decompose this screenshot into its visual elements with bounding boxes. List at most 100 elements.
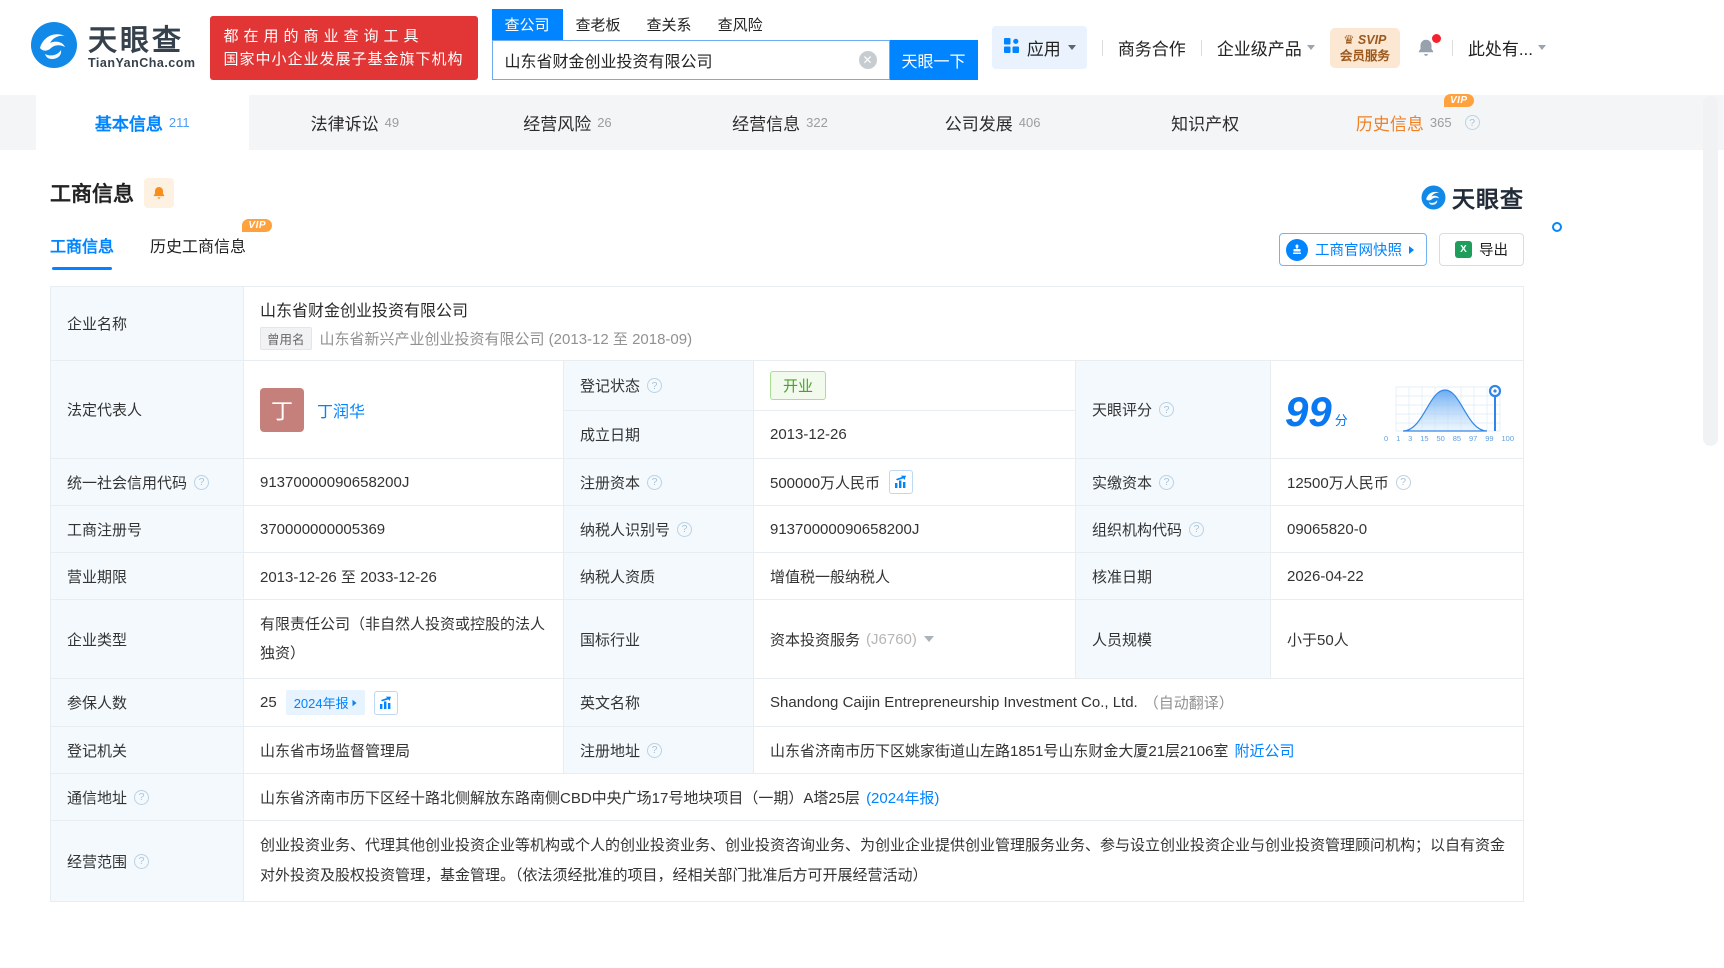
tab-legal-litigation[interactable]: 法律诉讼 49 <box>249 95 462 150</box>
status-badge: 开业 <box>770 371 827 400</box>
field-label-industry: 国标行业 <box>564 600 754 679</box>
help-icon[interactable]: ? <box>1395 474 1411 490</box>
chevron-down-icon <box>1538 45 1546 50</box>
legal-rep-link[interactable]: 丁润华 <box>317 398 365 422</box>
help-icon[interactable]: ? <box>647 742 663 758</box>
field-value-reg-capital: 500000万人民币 <box>754 459 1076 506</box>
score-curve-chart <box>1395 384 1502 432</box>
search-button[interactable]: 天眼一下 <box>889 40 978 80</box>
field-value-reg-status: 开业 <box>754 361 1075 411</box>
clear-search-icon[interactable]: ✕ <box>858 51 877 69</box>
help-icon[interactable]: ? <box>647 378 663 393</box>
divider <box>1101 39 1103 56</box>
user-profile-menu[interactable]: 此处有... <box>1468 35 1546 60</box>
tab-company-development[interactable]: 公司发展 406 <box>886 95 1099 150</box>
help-icon[interactable]: ? <box>1159 402 1175 417</box>
subtab-business-registration[interactable]: 工商信息 <box>50 233 114 270</box>
nav-enterprise-products[interactable]: 企业级产品 <box>1217 35 1315 60</box>
field-label-english-name: 英文名称 <box>564 679 754 727</box>
notification-bell[interactable] <box>1415 33 1441 59</box>
export-button[interactable]: X 导出 <box>1439 233 1524 266</box>
tianyancha-logo[interactable]: 天眼查 TianYanCha.com <box>30 21 196 74</box>
bell-icon <box>153 187 165 199</box>
chevron-down-icon <box>1306 45 1315 50</box>
help-icon[interactable]: ? <box>1159 474 1175 490</box>
svip-line2: 会员服务 <box>1339 48 1390 63</box>
apps-menu[interactable]: 应用 <box>991 26 1087 69</box>
tab-operational-risk[interactable]: 经营风险 26 <box>461 95 674 150</box>
tab-business-info[interactable]: 经营信息 322 <box>674 95 887 150</box>
field-label-registry-authority: 登记机关 <box>51 727 244 774</box>
field-label-taxpayer-id: 纳税人识别号? <box>564 506 754 553</box>
field-label-approval-date: 核准日期 <box>1076 553 1271 600</box>
header-nav: 应用 商务合作 企业级产品 ♛ SVIP 会员服务 此处有... <box>991 26 1546 69</box>
svip-member-badge[interactable]: ♛ SVIP 会员服务 <box>1329 27 1400 68</box>
help-icon[interactable]: ? <box>1189 521 1205 537</box>
help-icon[interactable]: ? <box>647 474 663 490</box>
chevron-down-icon[interactable] <box>923 636 934 642</box>
field-value-business-scope: 创业投资业务、代理其他创业投资企业等机构或个人的创业投资业务、创业投资咨询业务、… <box>244 821 1524 902</box>
field-value-taxpayer-id: 91370000090658200J <box>754 506 1076 553</box>
arrow-right-icon <box>352 699 357 706</box>
profile-label: 此处有... <box>1467 40 1533 59</box>
field-label-mailing-address: 通信地址? <box>51 774 244 821</box>
help-icon[interactable]: ? <box>134 853 150 869</box>
search-tabs: 查公司 查老板 查关系 查风险 <box>491 9 978 40</box>
nav-business-coop[interactable]: 商务合作 <box>1118 35 1186 60</box>
field-value-tyc-score: 99 分 0 1 3 15 50 85 97 99 100 <box>1271 361 1524 459</box>
watermark-logo: 天眼查 <box>1421 180 1524 214</box>
search-input[interactable] <box>504 51 859 69</box>
field-value-company-name: 山东省财金创业投资有限公司 曾用名 山东省新兴产业创业投资有限公司 (2013-… <box>244 287 1524 361</box>
help-icon[interactable]: ? <box>134 789 150 805</box>
field-value-uscc: 91370000090658200J <box>244 459 564 506</box>
nearby-companies-link[interactable]: 附近公司 <box>1234 740 1294 761</box>
search-tab-risk[interactable]: 查风险 <box>705 9 776 40</box>
tianyancha-logo-icon <box>30 21 78 74</box>
field-label-org-code: 组织机构代码? <box>1076 506 1271 553</box>
side-widget[interactable] <box>1703 96 1718 446</box>
field-label-business-term: 营业期限 <box>51 553 244 600</box>
tab-basic-info[interactable]: 基本信息 211 <box>36 95 249 150</box>
industry-code: (J6760) <box>866 630 917 648</box>
official-snapshot-button[interactable]: 工商官网快照 <box>1279 233 1427 266</box>
search-row: ✕ 天眼一下 <box>491 40 978 80</box>
former-name-line: 曾用名 山东省新兴产业创业投资有限公司 (2013-12 至 2018-09) <box>260 327 692 350</box>
tianyancha-logo-icon <box>1421 185 1446 209</box>
promo-banner-line1: 都在用的商业查询工具 <box>223 27 424 45</box>
annual-report-link[interactable]: (2024年报) <box>866 787 939 808</box>
score-unit: 分 <box>1334 413 1348 428</box>
field-value-business-term: 2013-12-26 至 2033-12-26 <box>244 553 564 600</box>
field-label-legal-rep: 法定代表人 <box>51 361 244 459</box>
field-value-reg-number: 370000000005369 <box>244 506 564 553</box>
svip-line1: ♛ SVIP <box>1343 32 1387 47</box>
legal-rep-avatar[interactable]: 丁 <box>260 387 304 432</box>
field-value-registry-authority: 山东省市场监督管理局 <box>244 727 564 774</box>
content: 工商信息 天眼查 工商信息 VIP 历史工商信息 工商官网快照 X 导出 企业名… <box>50 150 1524 902</box>
former-name: 山东省新兴产业创业投资有限公司 (2013-12 至 2018-09) <box>319 331 693 348</box>
search-tab-company[interactable]: 查公司 <box>491 9 563 40</box>
insured-trend-icon[interactable] <box>373 690 398 715</box>
subtab-history-registration[interactable]: VIP 历史工商信息 <box>150 219 273 270</box>
help-icon[interactable]: ? <box>677 521 693 537</box>
search-tab-relation[interactable]: 查关系 <box>634 9 705 40</box>
divider <box>1200 39 1202 56</box>
logo-domain: TianYanCha.com <box>88 55 196 70</box>
subscribe-bell-button[interactable] <box>144 178 174 208</box>
auto-translate-note: （自动翻译） <box>1143 695 1234 712</box>
tab-intellectual-property[interactable]: 知识产权 <box>1099 95 1312 150</box>
capital-trend-icon[interactable] <box>889 470 914 494</box>
field-value-taxpayer-quality: 增值税一般纳税人 <box>754 553 1076 600</box>
watermark-text: 天眼查 <box>1452 186 1524 212</box>
vip-badge: VIP <box>1443 94 1474 107</box>
help-icon[interactable]: ? <box>1464 115 1480 130</box>
tab-history-info[interactable]: VIP 历史信息 365 ? <box>1311 94 1524 150</box>
apps-label: 应用 <box>1026 40 1061 59</box>
help-icon[interactable]: ? <box>194 474 210 490</box>
promo-banner: 都在用的商业查询工具 国家中小企业发展子基金旗下机构 <box>209 15 478 80</box>
apps-grid-icon <box>1003 37 1020 59</box>
search-area: 查公司 查老板 查关系 查风险 ✕ 天眼一下 <box>491 9 978 80</box>
annual-report-chip[interactable]: 2024年报 <box>285 690 365 715</box>
search-tab-boss[interactable]: 查老板 <box>563 9 634 40</box>
chevron-down-icon <box>1067 45 1076 50</box>
promo-banner-line2: 国家中小企业发展子基金旗下机构 <box>223 50 464 68</box>
